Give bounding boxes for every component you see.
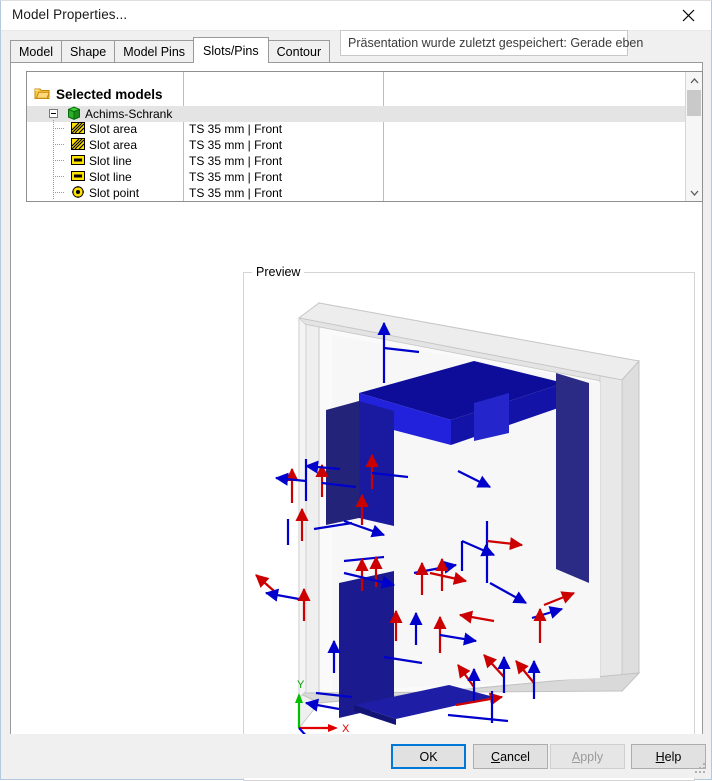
tree-root-label: Achims-Schrank <box>85 107 173 121</box>
tree-item-value: TS 35 mm | Front <box>189 154 283 168</box>
tree-header-label-group: Selected models <box>34 86 163 103</box>
slot-line-icon <box>71 154 85 169</box>
scrollbar-thumb[interactable] <box>687 90 701 116</box>
tab-list: Model Shape Model Pins Slots/Pins Contou… <box>10 37 331 63</box>
tree-row-item[interactable]: Slot area TS 35 mm | Front <box>27 137 686 153</box>
tree-item-label: Slot area <box>89 138 138 152</box>
tab-contour[interactable]: Contour <box>267 40 331 63</box>
dialog-button-bar: OK Cancel Apply Help <box>2 734 710 778</box>
tree-row-item[interactable]: Slot area TS 35 mm | Front <box>27 121 686 137</box>
tree-row-item[interactable]: Slot line TS 35 mm | Front <box>27 169 686 185</box>
tree-item-label-group: Slot line <box>71 154 132 169</box>
tree-item-label: Slot line <box>89 154 132 168</box>
tree-item-value: TS 35 mm | Front <box>189 138 283 152</box>
save-status-tooltip: Präsentation wurde zuletzt gespeichert: … <box>340 30 643 56</box>
chevron-up-icon[interactable] <box>686 72 702 89</box>
cancel-button[interactable]: Cancel <box>473 744 548 769</box>
preview-3d-viewport[interactable]: Y X Z <box>244 273 694 780</box>
slot-area-icon <box>71 137 85 153</box>
close-icon[interactable] <box>665 1 711 30</box>
tree-item-value: TS 35 mm | Front <box>189 170 283 184</box>
resize-grip[interactable] <box>695 763 707 775</box>
tab-shape[interactable]: Shape <box>61 40 116 63</box>
preview-groupbox-label: Preview <box>252 265 305 279</box>
slots-pins-tree[interactable]: Selected models Achims-Schrank Slot area… <box>26 71 703 202</box>
model-properties-dialog: Model Properties... Model Shape Model Pi… <box>0 0 712 781</box>
slot-line-icon <box>71 170 85 185</box>
slot-point-icon <box>71 185 85 201</box>
tree-item-label-group: Slot area <box>71 121 138 137</box>
tab-model[interactable]: Model <box>10 40 63 63</box>
tree-item-label-group: Slot line <box>71 170 132 185</box>
model-cube-icon <box>67 105 81 123</box>
tree-item-label: Slot line <box>89 170 132 184</box>
slot-area-icon <box>71 121 85 137</box>
tree-header-row: Selected models <box>27 84 686 104</box>
svg-text:Y: Y <box>297 679 305 691</box>
tree-item-value: TS 35 mm | Front <box>189 186 283 200</box>
folder-icon <box>34 86 50 103</box>
tree-item-label: Slot point <box>89 186 140 200</box>
tree-row-item[interactable]: Slot point TS 35 mm | Front <box>27 185 686 201</box>
title-bar: Model Properties... <box>1 1 711 31</box>
tree-item-label-group: Slot area <box>71 137 138 153</box>
tree-item-value: TS 35 mm | Front <box>189 122 283 136</box>
tree-row-item[interactable]: Slot line TS 35 mm | Front <box>27 153 686 169</box>
window-title: Model Properties... <box>12 7 128 22</box>
tree-vertical-scrollbar[interactable] <box>685 72 702 201</box>
tab-model-pins[interactable]: Model Pins <box>114 40 195 63</box>
cabinet-3d-render: Y X Z <box>255 302 641 770</box>
tree-item-label: Slot area <box>89 122 138 136</box>
tree-viewport: Selected models Achims-Schrank Slot area… <box>27 72 686 201</box>
tree-item-label-group: Slot point <box>71 185 140 201</box>
slots-pins-tab-page: Selected models Achims-Schrank Slot area… <box>10 62 703 781</box>
tree-root-label-group: Achims-Schrank <box>67 105 173 123</box>
expander-collapse-icon[interactable] <box>49 109 58 118</box>
tree-header-label: Selected models <box>56 86 163 102</box>
ok-button[interactable]: OK <box>391 744 466 769</box>
tree-row-root[interactable]: Achims-Schrank <box>27 105 686 123</box>
apply-button: Apply <box>550 744 625 769</box>
tab-slots-pins[interactable]: Slots/Pins <box>193 37 269 63</box>
chevron-down-icon[interactable] <box>686 184 702 201</box>
